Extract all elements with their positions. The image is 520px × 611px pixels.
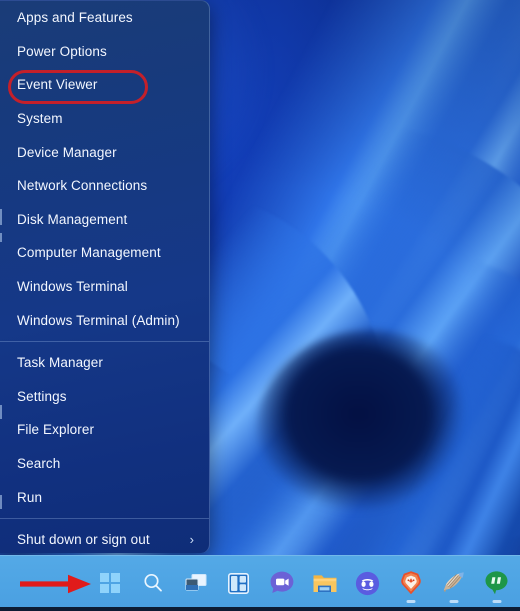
- menu-item-label: Task Manager: [17, 355, 103, 371]
- menu-item-power-options[interactable]: Power Options: [0, 35, 209, 69]
- feather-quill-icon: [443, 572, 464, 593]
- brave-lion-icon: [400, 571, 421, 595]
- menu-item-label: Device Manager: [17, 144, 117, 160]
- menu-item-label: Shut down or sign out: [17, 532, 150, 548]
- chat-button[interactable]: [260, 561, 303, 605]
- menu-item-label: File Explorer: [17, 422, 95, 438]
- running-indicator: [449, 600, 458, 603]
- menu-edge-mark: [0, 405, 2, 419]
- start-button[interactable]: [88, 561, 131, 605]
- search-button[interactable]: [131, 561, 174, 605]
- chat-video-icon: [270, 571, 293, 593]
- menu-item-system[interactable]: System: [0, 102, 209, 136]
- menu-item-label: Disk Management: [17, 211, 128, 227]
- widgets-button[interactable]: [217, 561, 260, 605]
- search-icon: [143, 573, 162, 592]
- task-view-button[interactable]: [174, 561, 217, 605]
- menu-item-label: Run: [17, 489, 43, 505]
- screen-bottom-edge: [0, 607, 520, 611]
- menu-item-windows-terminal[interactable]: Windows Terminal: [0, 270, 209, 304]
- brave-button[interactable]: [389, 561, 432, 605]
- menu-edge-mark: [0, 233, 2, 242]
- menu-item-label: Computer Management: [17, 245, 161, 261]
- menu-item-run[interactable]: Run: [0, 480, 209, 514]
- menu-item-event-viewer[interactable]: Event Viewer: [0, 68, 209, 102]
- menu-group-session: Shut down or sign out › Desktop: [0, 523, 209, 553]
- windows-logo-icon: [99, 573, 120, 593]
- menu-item-label: Windows Terminal (Admin): [17, 312, 180, 328]
- winx-quick-link-menu[interactable]: Apps and Features Power Options Event Vi…: [0, 0, 210, 553]
- menu-item-computer-management[interactable]: Computer Management: [0, 236, 209, 270]
- menu-item-label: Apps and Features: [17, 10, 133, 26]
- speech-bubble-quote-icon: [485, 571, 508, 595]
- menu-separator-2: [0, 517, 209, 519]
- menu-item-file-explorer[interactable]: File Explorer: [0, 413, 209, 447]
- menu-item-task-manager[interactable]: Task Manager: [0, 346, 209, 380]
- menu-edge-mark: [0, 495, 2, 509]
- menu-item-label: Event Viewer: [17, 77, 98, 93]
- menu-item-label: Settings: [17, 388, 67, 404]
- widgets-icon: [228, 572, 249, 594]
- menu-item-label: Search: [17, 456, 61, 472]
- task-view-icon: [185, 574, 206, 591]
- quill-app-button[interactable]: [432, 561, 475, 605]
- menu-item-label: System: [17, 111, 63, 127]
- running-indicator: [406, 600, 415, 603]
- menu-item-network-connections[interactable]: Network Connections: [0, 169, 209, 203]
- menu-item-label: Power Options: [17, 43, 107, 59]
- taskbar[interactable]: [0, 555, 520, 611]
- menu-separator-1: [0, 340, 209, 342]
- menu-item-device-manager[interactable]: Device Manager: [0, 135, 209, 169]
- menu-item-apps-and-features[interactable]: Apps and Features: [0, 1, 209, 35]
- menu-item-windows-terminal-admin[interactable]: Windows Terminal (Admin): [0, 303, 209, 337]
- chevron-right-icon: ›: [189, 532, 194, 548]
- menu-item-shut-down-or-sign-out[interactable]: Shut down or sign out ›: [0, 523, 209, 553]
- menu-group-tools: Task Manager Settings File Explorer Sear…: [0, 346, 209, 514]
- discord-icon: [355, 571, 380, 595]
- file-explorer-button[interactable]: [303, 561, 346, 605]
- menu-edge-mark: [0, 209, 2, 225]
- desktop-screenshot: Apps and Features Power Options Event Vi…: [0, 0, 520, 611]
- menu-item-settings[interactable]: Settings: [0, 380, 209, 414]
- folder-icon: [313, 574, 336, 592]
- discord-button[interactable]: [346, 561, 389, 605]
- menu-group-system: Apps and Features Power Options Event Vi…: [0, 1, 209, 337]
- menu-item-disk-management[interactable]: Disk Management: [0, 203, 209, 237]
- menu-item-search[interactable]: Search: [0, 447, 209, 481]
- taskbar-button-group: [88, 555, 518, 611]
- speech-app-button[interactable]: [475, 561, 518, 605]
- menu-item-label: Network Connections: [17, 178, 148, 194]
- running-indicator: [492, 600, 501, 603]
- menu-item-label: Windows Terminal: [17, 279, 128, 295]
